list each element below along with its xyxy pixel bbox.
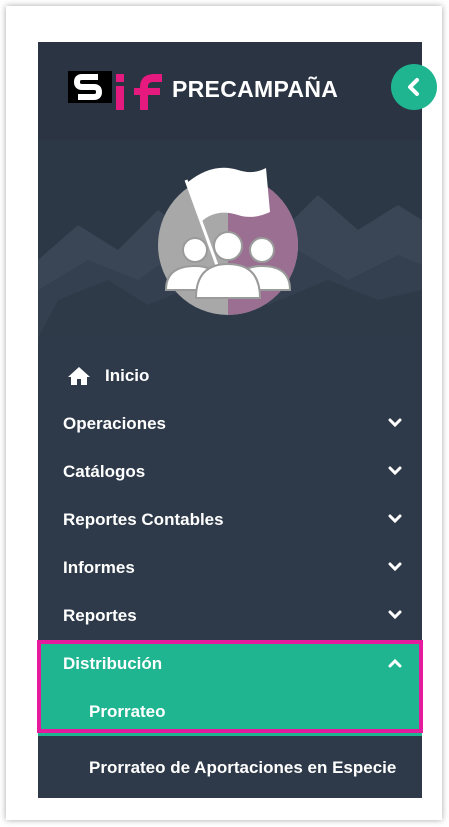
home-icon xyxy=(68,367,90,385)
menu-item-reportes[interactable]: Reportes xyxy=(38,592,422,640)
menu-item-operaciones[interactable]: Operaciones xyxy=(38,400,422,448)
chevron-down-icon xyxy=(388,466,402,476)
submenu-item-label: Prorrateo xyxy=(89,702,166,721)
menu-item-label: Reportes Contables xyxy=(63,510,224,529)
menu-item-label: Inicio xyxy=(105,366,150,385)
menu-item-label: Informes xyxy=(63,558,135,577)
submenu-item-label: Prorrateo de Aportaciones en Especie xyxy=(89,758,397,777)
mountain-background xyxy=(38,167,422,338)
menu-item-reportes-contables[interactable]: Reportes Contables xyxy=(38,496,422,544)
menu-item-informes[interactable]: Informes xyxy=(38,544,422,592)
profile-banner xyxy=(38,140,422,338)
menu-item-label: Distribución xyxy=(63,654,163,673)
menu-item-label: Operaciones xyxy=(63,414,166,433)
chevron-down-icon xyxy=(388,562,402,572)
main-menu: Inicio Operaciones Catálogos Reportes Co… xyxy=(38,352,422,800)
sif-logo-icon[interactable] xyxy=(68,69,168,113)
menu-item-catalogos[interactable]: Catálogos xyxy=(38,448,422,496)
sidebar-collapse-button[interactable] xyxy=(391,64,437,110)
chevron-down-icon xyxy=(388,418,402,428)
menu-item-label: Catálogos xyxy=(63,462,146,481)
submenu-item-prorrateo-aportaciones-especie[interactable]: Prorrateo de Aportaciones en Especie xyxy=(38,736,422,800)
chevron-left-icon xyxy=(408,78,419,96)
menu-item-label: Reportes xyxy=(63,606,137,625)
sidebar-header: PRECAMPAÑA xyxy=(38,42,437,141)
submenu-item-prorrateo[interactable]: Prorrateo xyxy=(38,688,422,736)
menu-item-distribucion[interactable]: Distribución xyxy=(38,640,422,688)
brand-title: PRECAMPAÑA xyxy=(172,76,339,102)
menu-item-inicio[interactable]: Inicio xyxy=(38,352,422,400)
sidebar: PRECAMPAÑA Inicio Operaciones Catálogos … xyxy=(38,42,437,800)
chevron-up-icon xyxy=(388,658,402,668)
chevron-down-icon xyxy=(388,610,402,620)
chevron-down-icon xyxy=(388,514,402,524)
